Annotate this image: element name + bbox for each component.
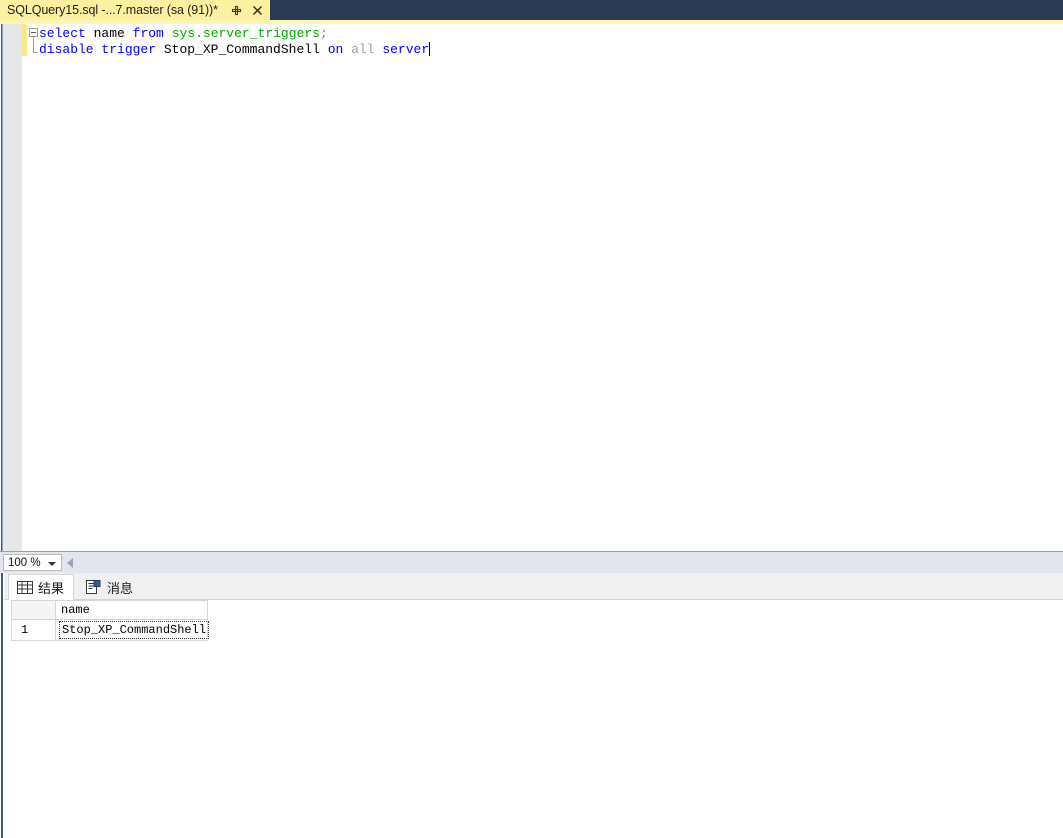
results-grid-table: name 1 Stop_XP_CommandShell (11, 600, 210, 641)
editor-status-bar: 100 % (0, 551, 1063, 573)
outline-collapse-box-icon[interactable] (29, 28, 38, 37)
results-pane: 结果 消息 name 1 Stop_XP_CommandShell (0, 573, 1063, 838)
tab-messages-label: 消息 (107, 580, 134, 596)
tab-strip: SQLQuery15.sql -...7.master (sa (91))* (0, 0, 1063, 20)
token-identifier-name: name (93, 26, 125, 41)
tab-sqlquery15[interactable]: SQLQuery15.sql -...7.master (sa (91))* (0, 0, 270, 20)
close-icon[interactable] (251, 4, 264, 17)
token-keyword-select: select (39, 26, 86, 41)
code-line-1: select name from sys.server_triggers; (39, 26, 328, 42)
zoom-level-combobox[interactable]: 100 % (3, 554, 62, 571)
row-number[interactable]: 1 (11, 619, 56, 641)
cell-name[interactable]: Stop_XP_CommandShell (54, 619, 210, 641)
scroll-left-arrow-icon[interactable] (67, 558, 73, 568)
token-keyword-disable: disable (39, 42, 94, 57)
cell-name-value: Stop_XP_CommandShell (59, 621, 210, 639)
token-keyword-all: all (351, 42, 375, 57)
column-header-name[interactable]: name (54, 600, 209, 620)
token-keyword-on: on (327, 42, 344, 57)
code-line-2: disable trigger Stop_XP_CommandShell on … (39, 42, 431, 58)
zoom-level-value: 100 % (8, 556, 41, 569)
token-keyword-server: server (382, 42, 430, 57)
token-keyword-from: from (132, 26, 164, 41)
results-tab-bar: 结果 消息 (4, 573, 1063, 600)
token-table-server-triggers: server_triggers (202, 26, 320, 41)
editor-text-area[interactable]: select name from sys.server_triggers; di… (27, 24, 1063, 551)
text-caret (429, 42, 431, 56)
chevron-down-icon[interactable] (48, 562, 56, 566)
table-row[interactable]: 1 Stop_XP_CommandShell (11, 619, 210, 641)
token-semicolon: ; (319, 26, 328, 41)
results-grid[interactable]: name 1 Stop_XP_CommandShell (4, 600, 1063, 838)
tab-results[interactable]: 结果 (8, 574, 75, 600)
outline-guide-line (33, 37, 34, 53)
tab-title: SQLQuery15.sql -...7.master (sa (91))* (7, 3, 218, 17)
token-dot: . (195, 26, 203, 41)
message-icon (86, 579, 102, 595)
grid-icon (17, 580, 33, 595)
token-keyword-trigger: trigger (101, 42, 157, 57)
ssms-query-window: SQLQuery15.sql -...7.master (sa (91))* s… (0, 0, 1063, 838)
grid-select-all-corner[interactable] (11, 600, 56, 620)
results-grid-header-row: name (11, 600, 209, 620)
pin-icon[interactable] (230, 4, 243, 17)
sql-editor[interactable]: select name from sys.server_triggers; di… (0, 24, 1063, 551)
token-schema-sys: sys (171, 26, 196, 41)
tab-messages[interactable]: 消息 (78, 574, 142, 600)
editor-indicator-margin[interactable] (3, 24, 23, 551)
tab-results-label: 结果 (38, 580, 65, 596)
token-identifier-trigger-name: Stop_XP_CommandShell (163, 42, 320, 57)
outline-guide-end (33, 52, 37, 53)
